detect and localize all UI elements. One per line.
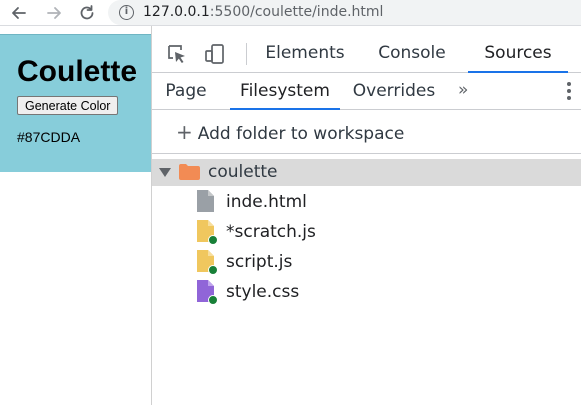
app-title: Coulette bbox=[17, 55, 137, 88]
browser-toolbar: i 127.0.0.1:5500/coulette/inde.html bbox=[0, 0, 581, 26]
devtools-main-tabs: Elements Console Sources bbox=[152, 34, 581, 73]
add-folder-button[interactable]: + Add folder to workspace bbox=[176, 119, 404, 145]
file-row[interactable]: *scratch.js bbox=[152, 217, 581, 247]
file-name: inde.html bbox=[226, 192, 307, 212]
file-row[interactable]: script.js bbox=[152, 247, 581, 277]
file-row[interactable]: style.css bbox=[152, 277, 581, 307]
html-file-icon bbox=[197, 190, 214, 212]
file-name: style.css bbox=[226, 282, 300, 302]
sync-status-icon bbox=[208, 235, 218, 245]
toolbar-separator bbox=[246, 43, 247, 65]
arrow-right-icon bbox=[47, 7, 61, 19]
file-row[interactable]: inde.html bbox=[152, 187, 581, 217]
subtab-page[interactable]: Page bbox=[158, 73, 214, 109]
devtools-panel: Elements Console Sources Page Filesystem… bbox=[152, 26, 581, 405]
sources-navigator-tabs: Page Filesystem Overrides » bbox=[152, 73, 581, 110]
subtab-overrides[interactable]: Overrides bbox=[350, 73, 438, 109]
add-folder-label: Add folder to workspace bbox=[197, 124, 405, 144]
expand-triangle-icon[interactable] bbox=[159, 168, 171, 177]
inspect-element-button[interactable] bbox=[166, 43, 188, 65]
reload-button[interactable] bbox=[76, 2, 98, 24]
folder-row-coulette[interactable]: coulette bbox=[152, 159, 581, 186]
url-text: 127.0.0.1:5500/coulette/inde.html bbox=[143, 3, 383, 21]
arrow-left-icon bbox=[12, 7, 26, 19]
info-icon[interactable]: i bbox=[119, 5, 134, 20]
generate-color-button[interactable]: Generate Color bbox=[17, 96, 119, 115]
section-divider bbox=[152, 153, 581, 154]
device-toolbar-button[interactable] bbox=[204, 43, 226, 65]
color-header: Coulette Generate Color #87CDDA bbox=[0, 34, 151, 172]
back-button[interactable] bbox=[8, 2, 30, 24]
sync-status-icon bbox=[208, 265, 218, 275]
address-bar[interactable]: i 127.0.0.1:5500/coulette/inde.html bbox=[108, 0, 581, 25]
page-viewport: Coulette Generate Color #87CDDA bbox=[0, 26, 152, 405]
file-name: *scratch.js bbox=[226, 222, 316, 242]
tab-elements[interactable]: Elements bbox=[260, 34, 350, 72]
url-host: 127.0.0.1 bbox=[143, 4, 210, 20]
forward-button[interactable] bbox=[43, 2, 65, 24]
tab-sources[interactable]: Sources bbox=[468, 34, 568, 73]
folder-name: coulette bbox=[208, 162, 278, 182]
plus-icon: + bbox=[176, 120, 193, 144]
more-tabs-button[interactable]: » bbox=[458, 73, 468, 109]
kebab-menu-icon bbox=[566, 82, 572, 100]
reload-icon bbox=[80, 5, 94, 20]
url-path: :5500/coulette/inde.html bbox=[209, 4, 384, 20]
sync-status-icon bbox=[208, 295, 218, 305]
select-element-icon bbox=[168, 45, 185, 63]
folder-icon bbox=[179, 164, 200, 180]
more-options-button[interactable] bbox=[566, 82, 572, 102]
device-toggle-icon bbox=[205, 44, 224, 64]
subtab-filesystem[interactable]: Filesystem bbox=[230, 73, 340, 110]
file-name: script.js bbox=[226, 252, 293, 272]
color-hex-value: #87CDDA bbox=[17, 129, 81, 145]
tab-console[interactable]: Console bbox=[372, 34, 452, 72]
